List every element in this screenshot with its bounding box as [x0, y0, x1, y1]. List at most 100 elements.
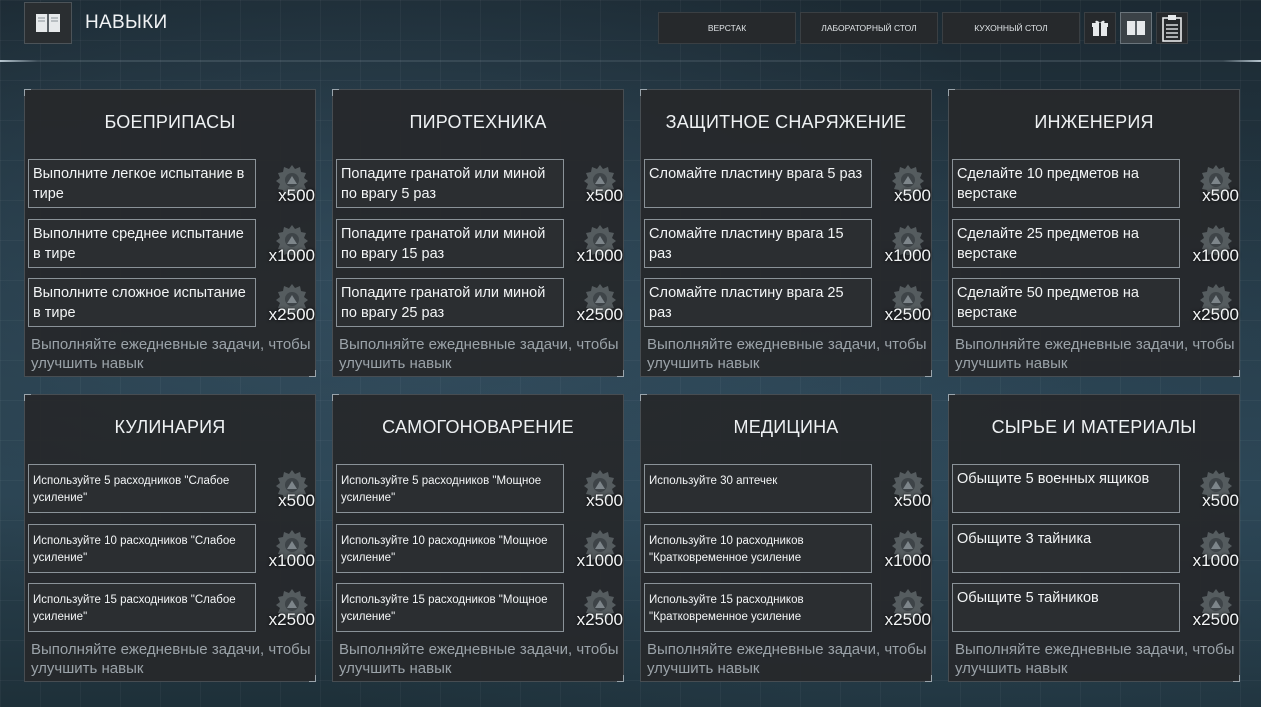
reward: x1000 — [566, 524, 624, 573]
reward: x500 — [874, 159, 932, 208]
reward-amount: x2500 — [268, 305, 315, 324]
reward-amount: x1000 — [884, 551, 931, 570]
skill-card: САМОГОНОВАРЕНИЕ Используйте 5 расходников… — [332, 394, 624, 682]
reward: x1000 — [258, 524, 316, 573]
reward: x1000 — [566, 219, 624, 268]
skill-hint: Выполняйте ежедневные задачи, чтобы улуч… — [339, 641, 619, 677]
skill-task: Сломайте пластину врага 15 раз — [644, 219, 872, 268]
header-divider — [0, 60, 1261, 62]
skill-task: Сломайте пластину врага 25 раз — [644, 278, 872, 327]
skill-task: Сломайте пластину врага 5 раз — [644, 159, 872, 208]
reward-amount: x1000 — [1192, 246, 1239, 265]
reward: x2500 — [566, 583, 624, 632]
skill-hint: Выполняйте ежедневные задачи, чтобы улуч… — [647, 641, 927, 677]
reward: x2500 — [258, 278, 316, 327]
skill-hint: Выполняйте ежедневные задачи, чтобы улуч… — [955, 336, 1235, 372]
reward: x2500 — [874, 583, 932, 632]
header: НАВЫКИ ВЕРСТАК ЛАБОРАТОРНЫЙ СТОЛ КУХОННЫ… — [0, 0, 1261, 62]
reward: x1000 — [874, 524, 932, 573]
reward-amount: x2500 — [884, 305, 931, 324]
reward: x500 — [258, 464, 316, 513]
reward: x1000 — [1182, 219, 1240, 268]
reward: x1000 — [874, 219, 932, 268]
skill-hint: Выполняйте ежедневные задачи, чтобы улуч… — [31, 336, 311, 372]
reward: x2500 — [566, 278, 624, 327]
skill-hint: Выполняйте ежедневные задачи, чтобы улуч… — [955, 641, 1235, 677]
skill-task: Обыщите 5 тайников — [952, 583, 1180, 632]
reward: x1000 — [1182, 524, 1240, 573]
reward-amount: x500 — [1202, 491, 1239, 510]
page-title: НАВЫКИ — [85, 12, 168, 33]
tab-workbench[interactable]: ВЕРСТАК — [658, 12, 796, 44]
reward-amount: x500 — [278, 186, 315, 205]
skill-task: Попадите гранатой или миной по врагу 15 … — [336, 219, 564, 268]
reward-amount: x2500 — [576, 610, 623, 629]
skill-task: Используйте 15 расходников "Кратковремен… — [644, 583, 872, 632]
skill-task: Используйте 15 расходников "Слабое усиле… — [28, 583, 256, 632]
skill-card: СЫРЬЕ И МАТЕРИАЛЫ Обыщите 5 военных ящико… — [948, 394, 1240, 682]
skill-task: Используйте 10 расходников "Слабое усиле… — [28, 524, 256, 573]
crafting-nav: ВЕРСТАК ЛАБОРАТОРНЫЙ СТОЛ КУХОННЫЙ СТОЛ — [658, 12, 1188, 44]
reward-amount: x500 — [586, 186, 623, 205]
gift-icon — [1092, 20, 1108, 36]
reward: x2500 — [1182, 583, 1240, 632]
tab-kitchen-table[interactable]: КУХОННЫЙ СТОЛ — [942, 12, 1080, 44]
reward: x500 — [258, 159, 316, 208]
skill-card: БОЕПРИПАСЫ Выполните легкое испытание в т… — [24, 89, 316, 377]
reward-amount: x500 — [894, 186, 931, 205]
reward-amount: x1000 — [1192, 551, 1239, 570]
reward-amount: x1000 — [268, 246, 315, 265]
skill-hint: Выполняйте ежедневные задачи, чтобы улуч… — [647, 336, 927, 372]
reward: x500 — [566, 464, 624, 513]
reward: x1000 — [258, 219, 316, 268]
reward: x500 — [1182, 159, 1240, 208]
reward-amount: x2500 — [268, 610, 315, 629]
reward-amount: x500 — [586, 491, 623, 510]
skill-task: Сделайте 25 предметов на верстаке — [952, 219, 1180, 268]
skill-card: КУЛИНАРИЯ Используйте 5 расходников "Слаб… — [24, 394, 316, 682]
skill-card: ЗАЩИТНОЕ СНАРЯЖЕНИЕ Сломайте пластину вра… — [640, 89, 932, 377]
skill-title: САМОГОНОВАРЕНИЕ — [382, 417, 574, 437]
skill-title: СЫРЬЕ И МАТЕРИАЛЫ — [991, 417, 1197, 437]
skill-task: Выполните сложное испытание в тире — [28, 278, 256, 327]
skill-task: Выполните легкое испытание в тире — [28, 159, 256, 208]
reward: x2500 — [1182, 278, 1240, 327]
reward-amount: x1000 — [576, 246, 623, 265]
reward-amount: x500 — [1202, 186, 1239, 205]
tab-laboratory-table[interactable]: ЛАБОРАТОРНЫЙ СТОЛ — [800, 12, 938, 44]
reward: x500 — [566, 159, 624, 208]
reward: x2500 — [874, 278, 932, 327]
skill-task: Используйте 5 расходников "Слабое усилен… — [28, 464, 256, 513]
reward: x500 — [874, 464, 932, 513]
tasks-button[interactable] — [1156, 12, 1188, 44]
skill-task: Попадите гранатой или миной по врагу 5 р… — [336, 159, 564, 208]
reward-amount: x2500 — [576, 305, 623, 324]
skill-title: БОЕПРИПАСЫ — [104, 112, 236, 132]
skill-title: ИНЖЕНЕРИЯ — [1034, 112, 1154, 132]
skill-title: ПИРОТЕХНИКА — [409, 112, 547, 132]
skill-task: Попадите гранатой или миной по врагу 25 … — [336, 278, 564, 327]
reward: x500 — [1182, 464, 1240, 513]
skill-task: Используйте 10 расходников "Мощное усиле… — [336, 524, 564, 573]
skills-button[interactable] — [1120, 12, 1152, 44]
skill-task: Используйте 5 расходников "Мощное усилен… — [336, 464, 564, 513]
reward-amount: x500 — [278, 491, 315, 510]
skill-title: МЕДИЦИНА — [733, 417, 839, 437]
skill-card: МЕДИЦИНА Используйте 30 аптечек x500 Испол… — [640, 394, 932, 682]
skill-task: Используйте 30 аптечек — [644, 464, 872, 513]
skill-task: Сделайте 10 предметов на верстаке — [952, 159, 1180, 208]
skill-hint: Выполняйте ежедневные задачи, чтобы улуч… — [339, 336, 619, 372]
clipboard-icon — [1162, 15, 1182, 42]
skill-task: Сделайте 50 предметов на верстаке — [952, 278, 1180, 327]
gift-button[interactable] — [1084, 12, 1116, 44]
skill-task: Используйте 15 расходников "Мощное усиле… — [336, 583, 564, 632]
skill-task: Обыщите 5 военных ящиков — [952, 464, 1180, 513]
skills-book-badge — [24, 2, 72, 44]
skill-card: ПИРОТЕХНИКА Попадите гранатой или миной п… — [332, 89, 624, 377]
skill-card: ИНЖЕНЕРИЯ Сделайте 10 предметов на верста… — [948, 89, 1240, 377]
skill-task: Обыщите 3 тайника — [952, 524, 1180, 573]
reward: x2500 — [258, 583, 316, 632]
book-icon — [36, 14, 60, 32]
skill-title: КУЛИНАРИЯ — [114, 417, 226, 437]
reward-amount: x1000 — [884, 246, 931, 265]
